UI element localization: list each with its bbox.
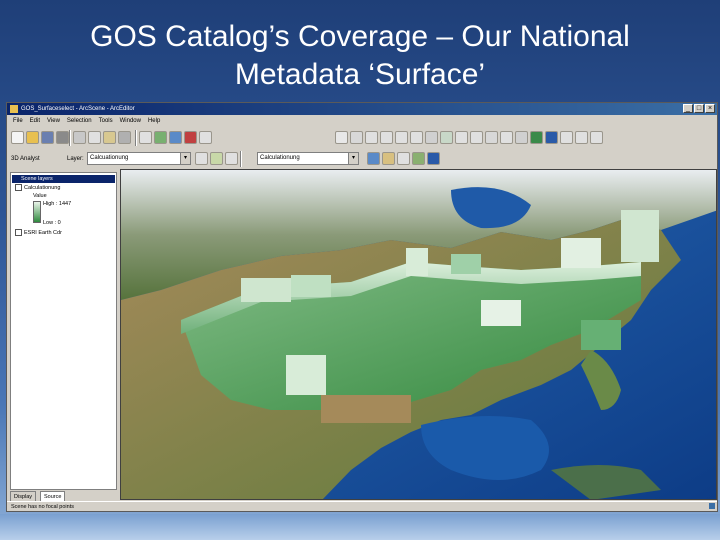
title-line-2: Metadata ‘Surface’ [234, 58, 486, 91]
arcscene-window: GOS_Surfaceselect - ArcScene - ArcEditor… [6, 102, 718, 512]
chevron-down-icon[interactable]: ▾ [348, 153, 358, 164]
layer-visibility-checkbox[interactable] [15, 184, 22, 192]
app-icon [10, 105, 18, 113]
layer-label: Layer: [67, 156, 84, 162]
legend-color-ramp [33, 201, 41, 223]
resize-grip-icon[interactable] [709, 503, 715, 509]
close-button[interactable]: × [705, 104, 715, 113]
maximize-button[interactable]: □ [694, 104, 704, 113]
toolbox-icon[interactable] [184, 131, 197, 144]
delete-icon[interactable] [118, 131, 131, 144]
hyperlink-icon[interactable] [515, 131, 528, 144]
profile-graph-icon[interactable] [412, 152, 425, 165]
interpolate-polygon-icon[interactable] [397, 152, 410, 165]
menu-tools[interactable]: Tools [99, 116, 113, 127]
add-data-icon[interactable] [154, 131, 167, 144]
layer-select[interactable]: Calcuationung ▾ [87, 152, 191, 165]
paste-icon[interactable] [103, 131, 116, 144]
layer-visibility-checkbox[interactable] [15, 229, 22, 237]
toc-root-item[interactable]: Scene layers [12, 175, 115, 183]
binoculars-icon[interactable] [590, 131, 603, 144]
toc-layer-earth[interactable]: ESRI Earth Cdr [15, 229, 62, 237]
navigate-icon[interactable] [335, 131, 348, 144]
print-icon[interactable] [56, 131, 69, 144]
minimize-button[interactable]: _ [683, 104, 693, 113]
status-bar: Scene has no focal points [7, 501, 717, 511]
window-title: GOS_Surfaceselect - ArcScene - ArcEditor [21, 106, 135, 112]
3d-scene-view[interactable] [120, 169, 717, 500]
toc-layer-calculation[interactable]: Calculationung [15, 184, 60, 192]
zoom-in-icon[interactable] [395, 131, 408, 144]
select-icon[interactable] [139, 131, 152, 144]
contour-icon[interactable] [195, 152, 208, 165]
globe-icon[interactable] [169, 131, 182, 144]
slide-title: GOS Catalog’s Coverage – Our National Me… [0, 18, 720, 94]
select-features-icon[interactable] [455, 131, 468, 144]
interpolate-line-icon[interactable] [382, 152, 395, 165]
steepest-path-icon[interactable] [210, 152, 223, 165]
copy-icon[interactable] [88, 131, 101, 144]
3d-analyst-label[interactable]: 3D Analyst [11, 152, 40, 166]
identify-icon[interactable] [470, 131, 483, 144]
menu-file[interactable]: File [13, 116, 23, 127]
help-icon[interactable] [199, 131, 212, 144]
earth-icon[interactable] [530, 131, 543, 144]
layer-icon[interactable] [545, 131, 558, 144]
scene-render[interactable] [121, 170, 717, 500]
save-icon[interactable] [41, 131, 54, 144]
center-target-icon[interactable] [365, 131, 378, 144]
full-extent-icon[interactable] [440, 131, 453, 144]
measure-icon[interactable] [485, 131, 498, 144]
zoom-out-icon[interactable] [410, 131, 423, 144]
legend-low-label: Low : 0 [43, 220, 61, 226]
menu-selection[interactable]: Selection [67, 116, 92, 127]
menu-edit[interactable]: Edit [30, 116, 40, 127]
create-tin-icon[interactable] [427, 152, 440, 165]
table-of-contents: Scene layers Calculationung Value High :… [10, 172, 117, 490]
open-icon[interactable] [26, 131, 39, 144]
chevron-down-icon[interactable]: ▾ [180, 153, 190, 164]
whats-this-icon[interactable] [575, 131, 588, 144]
legend-high-label: High : 1447 [43, 201, 72, 207]
menu-help[interactable]: Help [148, 116, 160, 127]
interpolate-point-icon[interactable] [367, 152, 380, 165]
slide-footer-band [0, 514, 720, 540]
zoom-to-target-icon[interactable] [380, 131, 393, 144]
pointer-icon[interactable] [560, 131, 573, 144]
menu-view[interactable]: View [47, 116, 60, 127]
fly-icon[interactable] [350, 131, 363, 144]
window-titlebar: GOS_Surfaceselect - ArcScene - ArcEditor… [7, 103, 717, 115]
title-line-1: GOS Catalog’s Coverage – Our National [90, 20, 630, 53]
layer-select-2[interactable]: Calculationung ▾ [257, 152, 359, 165]
menu-window[interactable]: Window [120, 116, 141, 127]
pan-icon[interactable] [425, 131, 438, 144]
standard-toolbar [7, 128, 717, 148]
legend-value-label: Value [33, 193, 47, 199]
find-icon[interactable] [500, 131, 513, 144]
line-of-sight-icon[interactable] [225, 152, 238, 165]
new-icon[interactable] [11, 131, 24, 144]
menu-bar: File Edit View Selection Tools Window He… [7, 116, 717, 127]
3d-analyst-toolbar: 3D Analyst Layer: Calcuationung ▾ Calcul… [7, 149, 717, 169]
cut-icon[interactable] [73, 131, 86, 144]
